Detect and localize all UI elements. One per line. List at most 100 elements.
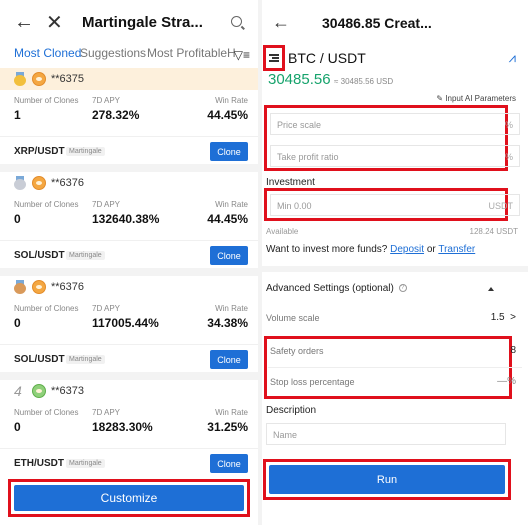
- card-stats: Number of Clones 0 7D APY 132640.38% Win…: [0, 200, 258, 240]
- deposit-link[interactable]: Deposit: [390, 244, 424, 255]
- username: **6373: [51, 385, 85, 397]
- safety-orders-value[interactable]: 8: [510, 345, 516, 356]
- search-icon[interactable]: [231, 16, 242, 27]
- tab-most-cloned[interactable]: Most Cloned: [14, 46, 81, 60]
- price-usd: ≈ 30485.56 USD: [334, 77, 394, 86]
- card-header: **6376: [0, 172, 258, 194]
- clone-button[interactable]: Clone: [210, 246, 248, 265]
- strategy-tag: Martingale: [66, 355, 105, 364]
- avatar: [32, 72, 46, 86]
- apy-value: 132640.38%: [92, 212, 160, 226]
- clones-value: 0: [14, 420, 21, 434]
- price-scale-unit: %: [504, 120, 513, 130]
- avatar: [32, 176, 46, 190]
- strategy-card[interactable]: **6376 Number of Clones 0 7D APY 132640.…: [0, 172, 258, 266]
- volume-scale-number: 1.5: [490, 312, 505, 323]
- strategy-card[interactable]: **6376 Number of Clones 0 7D APY 117005.…: [0, 276, 258, 370]
- card-footer: XRP/USDT Martingale Clone: [0, 136, 258, 166]
- rank-number: 4: [14, 383, 22, 399]
- investment-field[interactable]: Min 0.00 USDT: [270, 194, 520, 216]
- clones-label: Number of Clones: [14, 96, 79, 105]
- apy-label: 7D APY: [92, 96, 121, 105]
- card-header: **6376: [0, 276, 258, 298]
- left-panel: ← ✕ Martingale Stra... Most Cloned Sugge…: [0, 0, 258, 525]
- take-profit-unit: %: [504, 152, 513, 162]
- clones-label: Number of Clones: [14, 200, 79, 209]
- run-button[interactable]: Run: [269, 465, 505, 494]
- username: **6375: [51, 73, 85, 85]
- or-text: or: [426, 244, 436, 255]
- left-top-bar: ← ✕ Martingale Stra...: [0, 10, 258, 36]
- right-panel: ← 30486.85 Creat... BTC / USDT ⩘ 30485.5…: [262, 0, 528, 525]
- last-price: 30485.56: [268, 71, 331, 88]
- menu-icon[interactable]: [269, 53, 279, 63]
- clone-button[interactable]: Clone: [210, 454, 248, 473]
- clone-button[interactable]: Clone: [210, 350, 248, 369]
- close-icon[interactable]: ✕: [46, 10, 63, 35]
- card-separator: [0, 372, 258, 380]
- avatar: [32, 280, 46, 294]
- clone-button[interactable]: Clone: [210, 142, 248, 161]
- take-profit-placeholder: Take profit ratio: [277, 152, 339, 162]
- filter-icon[interactable]: ▽≡: [234, 48, 250, 62]
- ai-params-label: Input AI Parameters: [445, 94, 516, 103]
- price-scale-placeholder: Price scale: [277, 120, 322, 130]
- available-label: Available: [266, 227, 299, 236]
- transfer-link[interactable]: Transfer: [438, 244, 475, 255]
- price-scale-field[interactable]: Price scale %: [270, 113, 520, 135]
- chevron-right-icon: >: [507, 312, 516, 323]
- back-arrow-icon[interactable]: ←: [14, 11, 34, 34]
- right-top-bar: ← 30486.85 Creat...: [262, 12, 528, 36]
- apy-label: 7D APY: [92, 200, 121, 209]
- strategy-card[interactable]: 4 **6373 Number of Clones 0 7D APY 18283…: [0, 380, 258, 474]
- volume-scale-label: Volume scale: [266, 313, 320, 323]
- section-divider: [262, 266, 528, 272]
- win-rate-label: Win Rate: [215, 304, 248, 313]
- advanced-settings-toggle[interactable]: Advanced Settings (optional) ?: [266, 283, 407, 294]
- tab-most-profitable[interactable]: Most Profitable: [147, 46, 227, 60]
- investment-placeholder: Min 0.00: [277, 201, 312, 211]
- customize-button[interactable]: Customize: [14, 485, 244, 511]
- trading-pair-title[interactable]: BTC / USDT: [288, 50, 366, 66]
- clones-value: 0: [14, 212, 21, 226]
- investment-label: Investment: [266, 177, 315, 188]
- invest-more-text: Want to invest more funds? Deposit or Tr…: [266, 244, 475, 255]
- clones-value: 0: [14, 316, 21, 330]
- card-footer: SOL/USDT Martingale Clone: [0, 344, 258, 374]
- strategy-card[interactable]: **6375 Number of Clones 1 7D APY 278.32%…: [0, 68, 258, 162]
- win-rate-label: Win Rate: [215, 200, 248, 209]
- apy-label: 7D APY: [92, 304, 121, 313]
- gold-medal-icon: [14, 72, 26, 86]
- back-arrow-icon[interactable]: ←: [272, 12, 290, 33]
- tab-suggestions[interactable]: Suggestions: [80, 46, 146, 60]
- take-profit-field[interactable]: Take profit ratio %: [270, 145, 520, 167]
- trading-pair: XRP/USDT: [14, 146, 65, 157]
- stop-loss-value[interactable]: —%: [497, 376, 516, 387]
- card-header: **6375: [0, 68, 258, 90]
- volume-scale-value[interactable]: 1.5 >: [491, 312, 516, 323]
- apy-value: 278.32%: [92, 108, 140, 122]
- trading-pair: SOL/USDT: [14, 250, 65, 261]
- trading-pair: ETH/USDT: [14, 458, 64, 469]
- win-rate-value: 31.25%: [207, 420, 248, 434]
- row-divider: [268, 367, 522, 368]
- description-label: Description: [266, 405, 317, 416]
- investment-unit: USDT: [488, 201, 514, 211]
- card-separator: [0, 268, 258, 276]
- page-title: Martingale Stra...: [82, 14, 203, 31]
- win-rate-value: 44.45%: [207, 108, 248, 122]
- card-stats: Number of Clones 1 7D APY 278.32% Win Ra…: [0, 96, 258, 136]
- info-icon[interactable]: ?: [398, 284, 407, 293]
- run-highlight: Run: [263, 459, 511, 500]
- clones-label: Number of Clones: [14, 304, 79, 313]
- chart-icon[interactable]: ⩘: [509, 50, 516, 66]
- caret-up-icon[interactable]: [488, 287, 494, 291]
- bronze-medal-icon: [14, 280, 26, 294]
- apy-label: 7D APY: [92, 408, 121, 417]
- card-separator: [0, 164, 258, 172]
- available-value: 128.24 USDT: [469, 227, 518, 236]
- customize-highlight: Customize: [8, 479, 250, 517]
- input-ai-parameters-link[interactable]: ✎ Input AI Parameters: [436, 94, 516, 103]
- silver-medal-icon: [14, 176, 26, 190]
- name-field[interactable]: Name: [266, 423, 506, 445]
